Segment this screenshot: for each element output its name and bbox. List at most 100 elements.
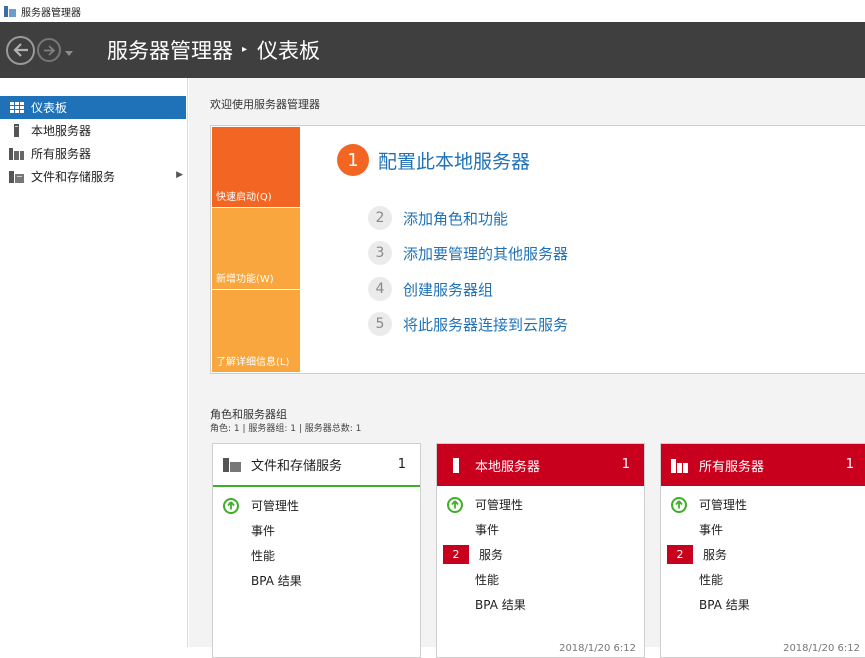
arrow-right-icon [44,44,55,56]
step-link[interactable]: 配置此本地服务器 [378,147,530,174]
roles-title: 角色和服务器组 [210,408,287,421]
row-services[interactable]: 2 服务 [437,542,644,567]
status-ok-icon [223,497,239,514]
row-label: 性能 [475,573,500,587]
row-label: 性能 [251,549,276,563]
step-link[interactable]: 创建服务器组 [403,279,493,300]
sidebar-item-label: 文件和存储服务 [31,170,116,184]
row-label: 服务 [479,548,504,562]
sidebar-item-label: 所有服务器 [31,147,92,161]
tile-title: 文件和存储服务 [251,459,343,474]
row-label: 可管理性 [475,498,524,512]
step-link[interactable]: 添加要管理的其他服务器 [403,243,568,264]
row-bpa[interactable]: BPA 结果 [213,568,420,593]
server-manager-app-icon [3,4,17,18]
step-configure-local-server[interactable]: 1 配置此本地服务器 [337,144,530,176]
row-label: 事件 [699,523,724,537]
dashboard-main: 欢迎使用服务器管理器 快速启动(Q) 新增功能(W) 了解详细信息(L) 1 配… [189,78,865,658]
back-button[interactable] [6,35,35,65]
row-performance[interactable]: 性能 [661,567,865,592]
tile-count: 1 [845,457,854,472]
tab-learn-more[interactable]: 了解详细信息(L) [212,290,300,372]
tile-timestamp: 2018/1/20 6:12 [559,643,636,654]
step-number: 3 [368,241,392,265]
step-number: 2 [368,206,392,230]
roles-summary: 角色: 1 | 服务器组: 1 | 服务器总数: 1 [210,424,362,434]
row-performance[interactable]: 性能 [437,567,644,592]
row-bpa[interactable]: BPA 结果 [661,592,865,617]
server-icon [9,124,24,137]
sidebar-item-all-servers[interactable]: 所有服务器 [0,142,187,165]
tile-count: 1 [397,457,406,472]
welcome-title: 欢迎使用服务器管理器 [210,98,320,111]
tile-header[interactable]: 所有服务器 1 [661,444,865,486]
tile-all-servers[interactable]: 所有服务器 1 可管理性 事件 2 服务 性能 BPA 结果 2018/1/20… [660,443,865,658]
servers-icon [671,457,689,473]
step-add-roles[interactable]: 2 添加角色和功能 [368,206,508,230]
tile-title: 所有服务器 [699,459,765,475]
step-connect-cloud[interactable]: 5 将此服务器连接到云服务 [368,312,568,336]
servers-icon [9,147,24,160]
row-manageability[interactable]: 可管理性 [661,492,865,517]
breadcrumb-app[interactable]: 服务器管理器 [107,35,233,65]
alert-count-badge: 2 [667,545,693,564]
sidebar-item-file-storage[interactable]: 文件和存储服务 ▶ [0,165,187,188]
row-label: 可管理性 [251,499,300,513]
welcome-panel: 快速启动(Q) 新增功能(W) 了解详细信息(L) 1 配置此本地服务器 2 添… [210,125,865,374]
breadcrumb-separator: ▸ [242,43,248,55]
expand-arrow-icon[interactable]: ▶ [176,170,183,180]
forward-button[interactable] [37,38,61,62]
row-events[interactable]: 事件 [661,517,865,542]
storage-icon [9,170,24,183]
step-number: 1 [337,144,369,176]
status-ok-icon [447,496,463,513]
row-label: BPA 结果 [475,598,526,612]
tab-label: 新增功能(W) [216,274,274,285]
header-bar: 服务器管理器 ▸ 仪表板 [0,22,865,78]
arrow-left-icon [12,43,28,57]
row-services[interactable]: 2 服务 [661,542,865,567]
row-manageability[interactable]: 可管理性 [213,493,420,518]
step-number: 5 [368,312,392,336]
status-ok-icon [671,496,687,513]
row-label: 事件 [475,523,500,537]
server-icon [447,457,465,473]
tab-whats-new[interactable]: 新增功能(W) [212,208,300,289]
tab-quick-start[interactable]: 快速启动(Q) [212,127,300,207]
row-bpa[interactable]: BPA 结果 [437,592,644,617]
window-title: 服务器管理器 [21,7,81,19]
tile-header[interactable]: 文件和存储服务 1 [213,444,420,487]
row-manageability[interactable]: 可管理性 [437,492,644,517]
row-performance[interactable]: 性能 [213,543,420,568]
tile-header[interactable]: 本地服务器 1 [437,444,644,486]
tab-label: 了解详细信息(L) [216,357,290,368]
alert-count-badge: 2 [443,545,469,564]
step-link[interactable]: 添加角色和功能 [403,208,508,229]
tile-title: 本地服务器 [475,459,541,475]
row-label: 服务 [703,548,728,562]
row-label: BPA 结果 [251,574,302,588]
tile-timestamp: 2018/1/20 6:12 [783,643,860,654]
storage-icon [223,457,241,473]
row-events[interactable]: 事件 [437,517,644,542]
sidebar-item-local-server[interactable]: 本地服务器 [0,119,187,142]
step-number: 4 [368,277,392,301]
row-label: 性能 [699,573,724,587]
step-add-servers[interactable]: 3 添加要管理的其他服务器 [368,241,568,265]
sidebar-item-dashboard[interactable]: 仪表板 [0,96,186,119]
history-dropdown[interactable] [65,41,73,60]
step-create-group[interactable]: 4 创建服务器组 [368,277,493,301]
row-label: 可管理性 [699,498,748,512]
tile-local-server[interactable]: 本地服务器 1 可管理性 事件 2 服务 性能 BPA 结果 2018/1/20… [436,443,645,658]
sidebar-item-label: 本地服务器 [31,124,92,138]
row-events[interactable]: 事件 [213,518,420,543]
breadcrumb: 服务器管理器 ▸ 仪表板 [107,35,320,65]
chevron-down-icon [65,50,73,56]
step-link[interactable]: 将此服务器连接到云服务 [403,314,568,335]
tile-file-storage[interactable]: 文件和存储服务 1 可管理性 事件 性能 BPA 结果 [212,443,421,658]
tab-label: 快速启动(Q) [216,192,272,203]
dashboard-icon [9,101,24,114]
breadcrumb-page: 仪表板 [257,39,321,63]
window-titlebar: 服务器管理器 [0,0,865,22]
sidebar-item-label: 仪表板 [31,101,68,115]
